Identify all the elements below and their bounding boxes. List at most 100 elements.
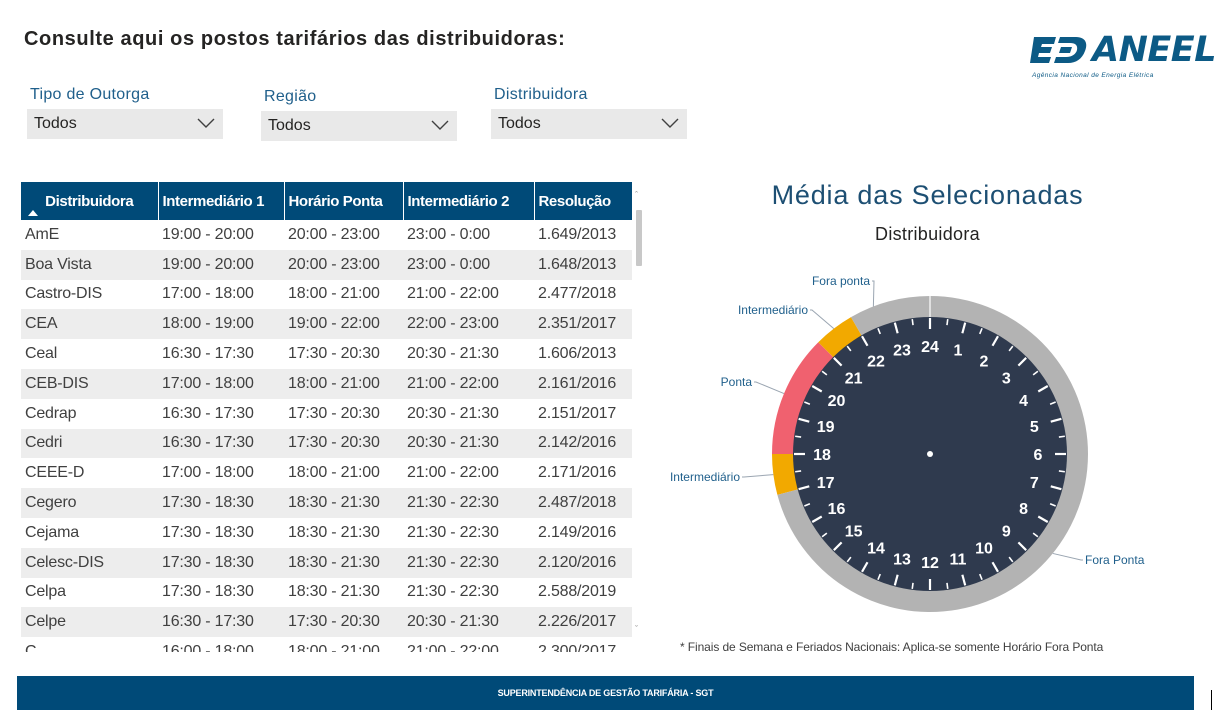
clock-hour-label: 20 (828, 393, 846, 410)
table-cell: Celpe (21, 607, 158, 638)
table-cell: 2.226/2017 (534, 607, 632, 638)
table-cell: 20:30 - 21:30 (403, 607, 534, 638)
table-cell: Celpa (21, 577, 158, 608)
table-row[interactable]: AmE 19:00 - 20:00 20:00 - 23:00 23:00 - 0:0… (21, 220, 632, 250)
table-cell: 16:30 - 17:30 (158, 339, 284, 369)
table-cell: 20:30 - 21:30 (403, 428, 534, 459)
clock-hour-label: 17 (817, 475, 835, 492)
clock-hour-label: 13 (893, 551, 911, 568)
gauge-title: Média das Selecionadas (771, 180, 1084, 210)
scroll-down-icon[interactable]: ˇ (635, 624, 638, 634)
table-cell: 21:00 - 22:00 (403, 368, 534, 399)
table-row[interactable]: C... 16:00 - 18:00 18:00 - 21:00 21:00 - 22… (21, 637, 632, 652)
chevron-down-icon (661, 118, 679, 128)
table-cell: 18:30 - 21:30 (284, 488, 403, 518)
aneel-logo-icon (1030, 37, 1087, 63)
table-cell: 17:30 - 18:30 (158, 547, 284, 578)
logo-subtitle: Agência Nacional de Energia Elétrica (1032, 72, 1154, 79)
table-row[interactable]: Boa Vista 19:00 - 20:00 20:00 - 23:00 23:00… (21, 249, 632, 280)
column-header-label: Intermediário 2 (407, 192, 510, 210)
table-cell: 17:00 - 18:00 (158, 368, 284, 399)
clock-hour-label: 7 (1030, 475, 1039, 492)
table-cell: 21:30 - 22:30 (403, 517, 534, 548)
table-cell: 2.171/2016 (534, 458, 632, 489)
clock-hour-label: 3 (1002, 371, 1011, 388)
table-row[interactable]: Cegero 17:30 - 18:30 18:30 - 21:30 21:30 - … (21, 488, 632, 518)
regiao-dropdown[interactable]: Todos (261, 111, 457, 141)
page-title: Consulte aqui os postos tarifários das d… (24, 28, 566, 50)
table-row[interactable]: Cedri 16:30 - 17:30 17:30 - 20:30 20:30 - 2… (21, 428, 632, 459)
table-cell: 23:00 - 0:00 (403, 249, 534, 280)
clock-hour-label: 24 (921, 339, 939, 356)
gauge-callout-label: Fora ponta (812, 274, 870, 288)
column-header-distribuidora[interactable]: Distribuidora (21, 182, 159, 220)
table-cell: 17:00 - 18:00 (158, 458, 284, 489)
table-cell: 21:30 - 22:30 (403, 547, 534, 578)
table-cell: 18:00 - 19:00 (158, 309, 284, 340)
table-cell: CEA (21, 309, 158, 340)
table-row[interactable]: Celpe 16:30 - 17:30 17:30 - 20:30 20:30 - 2… (21, 607, 632, 638)
table-cell: 19:00 - 20:00 (158, 249, 284, 280)
clock-hour-label: 11 (949, 551, 966, 568)
clock-hour-label: 10 (975, 541, 993, 558)
table-cell: 18:00 - 21:00 (284, 637, 403, 652)
table-cell: 21:30 - 22:30 (403, 577, 534, 608)
clock-tick (911, 582, 914, 589)
table-cell: 2.487/2018 (534, 488, 632, 518)
table-cell: 21:00 - 22:00 (403, 637, 534, 652)
table-cell: 17:30 - 20:30 (284, 398, 403, 429)
table-cell: 20:00 - 23:00 (284, 220, 403, 250)
table-cell: Cedrap (21, 398, 158, 429)
distribuidora-dropdown[interactable]: Todos (491, 109, 687, 139)
clock-hour-label: 12 (921, 555, 939, 572)
clock-tick (795, 470, 802, 473)
table-cell: 22:00 - 23:00 (403, 309, 534, 340)
filter-label: Região (264, 88, 317, 105)
column-header-label: Intermediário 1 (162, 192, 265, 210)
table-cell: 21:30 - 22:30 (403, 488, 534, 518)
gauge-callout-label: Intermediário (738, 303, 808, 317)
table-row[interactable]: Ceal 16:30 - 17:30 17:30 - 20:30 20:30 - 21… (21, 339, 632, 369)
tipo-de-outorga-dropdown[interactable]: Todos (27, 109, 223, 139)
clock-hour-label: 15 (845, 523, 863, 540)
scroll-up-icon[interactable]: ˆ (635, 190, 638, 200)
table-cell: 23:00 - 0:00 (403, 220, 534, 250)
gauge-callout-label: Intermediário (670, 470, 740, 484)
logo-wordmark: ANEEL (1092, 30, 1216, 70)
table-cell: 17:00 - 18:00 (158, 279, 284, 310)
filter-distribuidora: Distribuidora Todos (491, 86, 687, 139)
column-header-intermediario-2[interactable]: Intermediário 2 (403, 182, 535, 220)
clock-hour-label: 2 (980, 353, 989, 370)
dropdown-value: Todos (268, 117, 311, 134)
table-row[interactable]: Cejama 17:30 - 18:30 18:30 - 21:30 21:30 - … (21, 517, 632, 548)
table-cell: 2.588/2019 (534, 577, 632, 608)
table-cell: 20:30 - 21:30 (403, 339, 534, 369)
table-row[interactable]: Castro-DIS 17:00 - 18:00 18:00 - 21:00 21:0… (21, 279, 632, 310)
clock-hour-label: 16 (828, 501, 846, 518)
table-cell: 19:00 - 20:00 (158, 220, 284, 250)
table-cell: 18:00 - 21:00 (284, 458, 403, 489)
table-row[interactable]: Celesc-DIS 17:30 - 18:30 18:30 - 21:30 21:3… (21, 547, 632, 578)
table-cell: 16:30 - 17:30 (158, 607, 284, 638)
table-cell: Cejama (21, 517, 158, 548)
column-header-horario-ponta[interactable]: Horário Ponta (284, 182, 404, 220)
table-row[interactable]: CEB-DIS 17:00 - 18:00 18:00 - 21:00 21:00 -… (21, 368, 632, 399)
clock-hour-label: 6 (1034, 447, 1043, 464)
table-row[interactable]: CEA 18:00 - 19:00 19:00 - 22:00 22:00 - 23:… (21, 309, 632, 340)
table-cell: 16:30 - 17:30 (158, 398, 284, 429)
table-row[interactable]: Celpa 17:30 - 18:30 18:30 - 21:30 21:30 - 2… (21, 577, 632, 608)
footnote: * Finais de Semana e Feriados Nacionais:… (680, 640, 1104, 654)
table-cell: 2.300/2017 (534, 637, 632, 652)
table-cell: Ceal (21, 339, 158, 369)
tariff-clock-gauge: 1234567891011121314151617181920212223 24I… (670, 274, 1145, 612)
table-cell: CEEE-D (21, 458, 158, 489)
table-cell: 18:00 - 21:00 (284, 279, 403, 310)
filter-tipo-de-outorga: Tipo de Outorga Todos (27, 86, 223, 139)
table-cell: 1.648/2013 (534, 249, 632, 280)
sort-ascending-icon (28, 210, 38, 216)
table-row[interactable]: Cedrap 16:30 - 17:30 17:30 - 20:30 20:30 - … (21, 398, 632, 429)
column-header-intermediario-1[interactable]: Intermediário 1 (158, 182, 285, 220)
clock-hour-label: 18 (813, 447, 831, 464)
table-row[interactable]: CEEE-D 17:00 - 18:00 18:00 - 21:00 21:00 - … (21, 458, 632, 489)
column-header-resolucao[interactable]: Resolução (534, 182, 632, 220)
